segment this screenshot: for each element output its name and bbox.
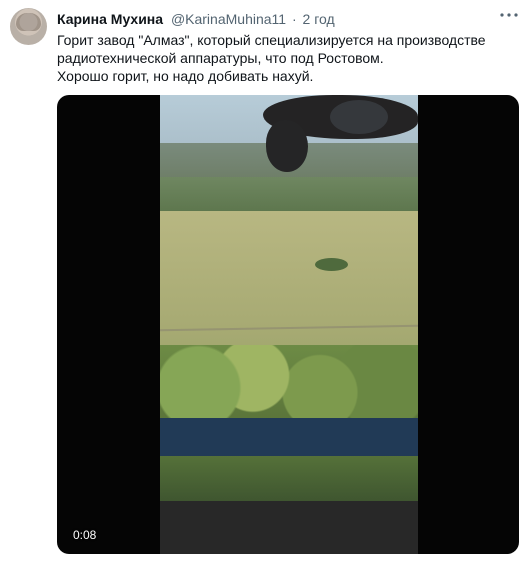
tweet-header: Карина Мухина @KarinaMuhina11 · 2 год <box>57 10 335 28</box>
tweet-text-line-1: Горит завод "Алмаз", который специализир… <box>57 32 486 48</box>
video-frame[interactable] <box>160 95 418 554</box>
video-lower-trees <box>160 456 418 501</box>
tweet: Карина Мухина @KarinaMuhina11 · 2 год Го… <box>0 0 529 566</box>
video-smoke-cloud <box>330 100 388 134</box>
more-options-button[interactable] <box>499 5 519 25</box>
tweet-text: Горит завод "Алмаз", который специализир… <box>57 31 519 85</box>
video-bush <box>315 258 348 271</box>
avatar[interactable] <box>10 8 47 45</box>
tweet-time[interactable]: 2 год <box>303 11 335 27</box>
video-tree-line <box>160 177 418 211</box>
tweet-text-line-2: радиотехнической аппаратуры, что под Рос… <box>57 50 384 66</box>
avatar-image <box>16 13 41 31</box>
video-duration: 0:08 <box>73 528 97 542</box>
video-ledge <box>160 501 418 554</box>
more-options-icon <box>500 13 518 17</box>
tweet-text-line-3: Хорошо горит, но надо добивать нахуй. <box>57 68 314 84</box>
video-smoke-column <box>266 120 308 172</box>
video-balcony-rail <box>160 418 418 456</box>
video-player[interactable]: 0:08 <box>57 95 519 554</box>
author-name[interactable]: Карина Мухина <box>57 11 163 27</box>
author-handle[interactable]: @KarinaMuhina11 <box>171 11 286 27</box>
separator: · <box>291 11 297 27</box>
